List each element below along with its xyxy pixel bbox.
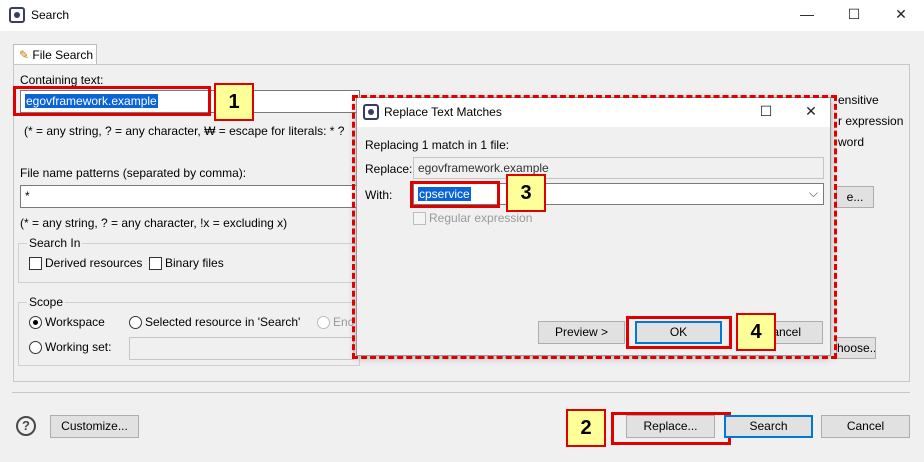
derived-resources-checkbox[interactable]: [29, 257, 42, 270]
enclosing-projects-label: Enc: [333, 315, 354, 329]
file-name-patterns-hint: (* = any string, ? = any character, !x =…: [20, 216, 288, 230]
tab-label: File Search: [32, 48, 94, 62]
search-in-title: Search In: [27, 236, 83, 250]
scope-title: Scope: [27, 295, 66, 309]
file-name-patterns-value: *: [25, 189, 30, 203]
regex-checkbox[interactable]: r expression: [838, 114, 903, 128]
help-icon[interactable]: ?: [16, 416, 36, 436]
working-set-input[interactable]: [129, 337, 354, 360]
containing-text-hint: (* = any string, ? = any character, ₩ = …: [24, 124, 345, 138]
binary-files-checkbox[interactable]: [149, 257, 162, 270]
selected-resource-radio[interactable]: [129, 316, 142, 329]
file-name-patterns-input[interactable]: *: [20, 185, 360, 208]
eclipse-icon: [9, 7, 25, 23]
highlight-box-3: [410, 181, 500, 208]
customize-button[interactable]: Customize...: [50, 415, 139, 438]
maximize-icon[interactable]: ☐: [844, 6, 864, 23]
close-icon[interactable]: ✕: [891, 6, 911, 23]
highlight-box-2: [611, 412, 731, 445]
workspace-label: Workspace: [45, 315, 105, 329]
highlight-box-1: [13, 86, 211, 116]
containing-text-label: Containing text:: [20, 73, 104, 87]
annotation-badge-4: 4: [736, 313, 776, 351]
choose-working-set-button[interactable]: hoose...: [836, 337, 876, 359]
search-button[interactable]: Search: [724, 415, 813, 438]
file-name-patterns-label: File name patterns (separated by comma):: [20, 166, 247, 180]
choose-patterns-button[interactable]: e...: [836, 186, 874, 208]
enclosing-projects-radio[interactable]: [317, 316, 330, 329]
highlight-box-4: [626, 316, 732, 349]
working-set-radio[interactable]: [29, 341, 42, 354]
tab-file-search[interactable]: ✎ File Search: [13, 44, 97, 65]
annotation-badge-1: 1: [214, 83, 254, 121]
case-sensitive-checkbox[interactable]: ensitive: [838, 93, 879, 107]
bottom-separator: [12, 392, 910, 393]
annotation-badge-2: 2: [566, 409, 606, 447]
selected-resource-label: Selected resource in 'Search': [145, 315, 301, 329]
window-titlebar: Search — ☐ ✕: [0, 0, 924, 31]
binary-files-label: Binary files: [165, 256, 224, 270]
workspace-radio[interactable]: [29, 316, 42, 329]
window-title: Search: [31, 8, 70, 22]
working-set-label: Working set:: [45, 340, 112, 354]
minimize-icon[interactable]: —: [797, 6, 817, 22]
annotation-badge-3: 3: [506, 174, 546, 212]
file-search-icon: ✎: [19, 48, 30, 62]
derived-resources-label: Derived resources: [45, 256, 143, 270]
whole-word-checkbox[interactable]: word: [838, 135, 864, 149]
cancel-button[interactable]: Cancel: [821, 415, 910, 438]
